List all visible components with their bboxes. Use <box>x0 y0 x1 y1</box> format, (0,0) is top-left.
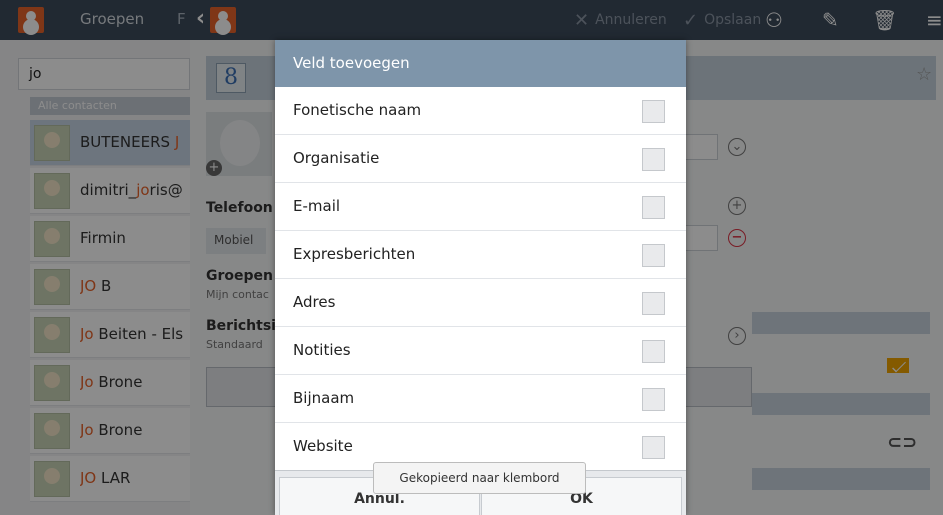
field-option[interactable]: Organisatie <box>275 135 686 183</box>
field-option-checkbox[interactable] <box>642 244 665 267</box>
field-option-label: Website <box>293 437 353 455</box>
add-field-dialog: Veld toevoegen Fonetische naam Organisati… <box>275 40 686 515</box>
field-option[interactable]: Expresberichten <box>275 231 686 279</box>
field-option-checkbox[interactable] <box>642 148 665 171</box>
field-option-checkbox[interactable] <box>642 292 665 315</box>
field-option-label: Bijnaam <box>293 389 355 407</box>
field-option-checkbox[interactable] <box>642 196 665 219</box>
field-option[interactable]: Bijnaam <box>275 375 686 423</box>
field-option[interactable]: E-mail <box>275 183 686 231</box>
clipboard-toast: Gekopieerd naar klembord <box>373 462 586 494</box>
field-option-label: Expresberichten <box>293 245 416 263</box>
field-option-checkbox[interactable] <box>642 340 665 363</box>
field-option[interactable]: Fonetische naam <box>275 87 686 135</box>
field-option-checkbox[interactable] <box>642 388 665 411</box>
field-option-label: Organisatie <box>293 149 380 167</box>
field-option-checkbox[interactable] <box>642 100 665 123</box>
field-option[interactable]: Adres <box>275 279 686 327</box>
field-option-label: Adres <box>293 293 336 311</box>
field-option[interactable]: Notities <box>275 327 686 375</box>
field-option-label: Notities <box>293 341 351 359</box>
field-option-label: E-mail <box>293 197 341 215</box>
field-option-checkbox[interactable] <box>642 436 665 459</box>
dialog-title: Veld toevoegen <box>275 40 686 87</box>
field-option-label: Fonetische naam <box>293 101 422 119</box>
